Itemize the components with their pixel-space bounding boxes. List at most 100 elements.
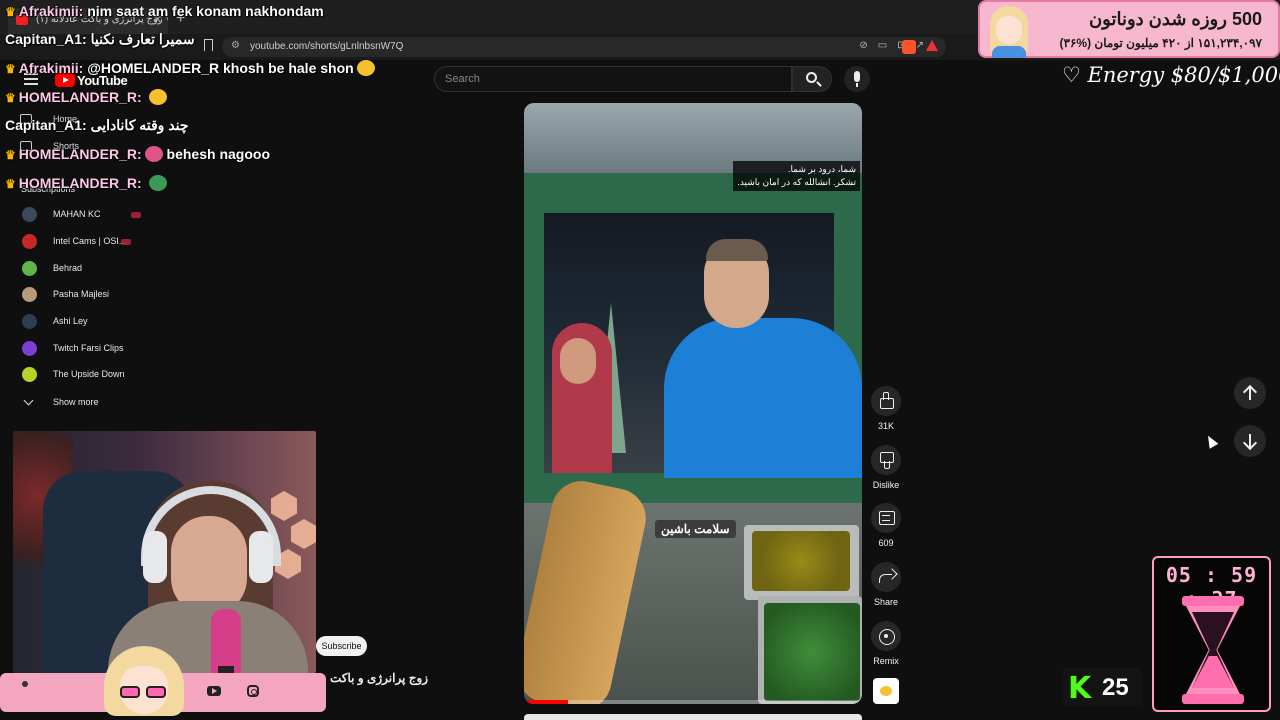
- emote-icon: [356, 60, 375, 76]
- share-button[interactable]: Share: [870, 562, 902, 607]
- emote-icon: [148, 89, 167, 105]
- video-man-shirt: [664, 318, 862, 478]
- avatar: [22, 367, 37, 382]
- chat-text: [142, 89, 146, 105]
- viewer-count: 25: [1102, 674, 1129, 701]
- video-man-hair: [706, 239, 768, 261]
- subscribe-button[interactable]: Subscribe: [316, 636, 367, 656]
- video-subtitle: سلامت باشین: [655, 520, 736, 538]
- like-button[interactable]: 31K: [870, 386, 902, 431]
- sidebar-sub-mahan-kc[interactable]: MAHAN KC: [21, 206, 161, 224]
- dislike-button[interactable]: Dislike: [870, 445, 902, 490]
- comment-icon[interactable]: [871, 503, 901, 533]
- brave-shields-icon[interactable]: [902, 40, 916, 54]
- search-input[interactable]: Search: [434, 66, 792, 92]
- kick-viewer-badge: K 25: [1062, 668, 1142, 706]
- video-title[interactable]: زوج پرانرژی و باکت: [330, 671, 428, 685]
- address-bar-action-icons[interactable]: ⊘▭⊡↗: [859, 40, 934, 51]
- donathon-panel: 500 روزه شدن دوناتون ۱۵۱,۲۳۴,۰۹۷ از ۴۲۰ …: [978, 0, 1280, 58]
- sidebar-sub-twitch-farsi-clips[interactable]: Twitch Farsi Clips: [21, 340, 161, 358]
- sidebar-sub-behrad[interactable]: Behrad: [21, 260, 161, 278]
- headphone-earcup: [143, 531, 167, 583]
- shorts-video-player[interactable]: شما، درود بر شما. تشکر. انشالله که در ام…: [524, 103, 862, 704]
- show-more-button[interactable]: Show more: [21, 395, 141, 411]
- video-subtitle-top: شما، درود بر شما. تشکر. انشالله که در ام…: [733, 161, 860, 191]
- microphone-stand: [218, 666, 234, 673]
- kick-logo-icon: K: [1068, 671, 1092, 706]
- remix-icon[interactable]: [871, 621, 901, 651]
- previous-short-button[interactable]: [1234, 377, 1266, 409]
- sidebar-sub-the-upside-down[interactable]: The Upside Down: [21, 366, 161, 384]
- chat-message: ♛ HOMELANDER_R:: [5, 175, 167, 191]
- share-label: Share: [873, 597, 899, 607]
- comments-button[interactable]: 609: [870, 503, 902, 548]
- site-info-icon[interactable]: ⚙: [231, 40, 240, 51]
- dislike-label: Dislike: [872, 480, 900, 490]
- address-bar[interactable]: ⚙ youtube.com/shorts/gLnlnbsnW7Q ⊘▭⊡↗: [222, 37, 946, 57]
- chat-text: چند وقته کانادایی: [86, 117, 189, 133]
- search-button[interactable]: [792, 66, 832, 92]
- chat-message: Capitan_A1: چند وقته کانادایی: [5, 117, 189, 134]
- chat-username: Capitan_A1:: [5, 31, 87, 47]
- remix-button[interactable]: Remix: [870, 621, 902, 666]
- subscription-label: Pasha Majlesi: [53, 289, 110, 299]
- thumbs-up-icon[interactable]: [871, 386, 901, 416]
- sound-thumbnail[interactable]: [873, 678, 899, 704]
- subscription-label: Behrad: [53, 263, 83, 273]
- chat-message: ♛ HOMELANDER_R: behesh nagooo: [5, 146, 270, 162]
- video-pickles: [752, 531, 850, 591]
- live-indicator-icon: [121, 239, 131, 245]
- sidebar-sub-pasha-majlesi[interactable]: Pasha Majlesi: [21, 286, 161, 304]
- chat-message: ♛ Afrakimii: @HOMELANDER_R khosh be hale …: [5, 60, 375, 76]
- share-icon[interactable]: [871, 562, 901, 592]
- subscription-label: Ashi Ley: [53, 316, 88, 326]
- brave-rewards-icon[interactable]: [926, 40, 938, 51]
- anime-shirt: [992, 46, 1026, 58]
- video-progress-fill: [524, 700, 568, 704]
- voice-search-button[interactable]: [844, 66, 870, 92]
- subscription-label: The Upside Down: [53, 369, 125, 379]
- sidebar-sub-ashi-ley[interactable]: Ashi Ley: [21, 313, 161, 331]
- chat-text: behesh nagooo: [162, 146, 270, 162]
- crown-icon: ♛: [5, 5, 16, 19]
- next-short-button[interactable]: [1234, 425, 1266, 457]
- chat-text: [142, 175, 146, 191]
- emote-icon: [144, 146, 163, 162]
- video-herbs: [764, 603, 860, 701]
- live-indicator-icon: [131, 212, 141, 218]
- subtitle-line: شما، درود بر شما.: [787, 164, 856, 174]
- anime-avatar: [984, 4, 1034, 58]
- avatar: [22, 287, 37, 302]
- crown-icon: ♛: [5, 148, 16, 162]
- streamer-webcam: [13, 431, 316, 673]
- url-text[interactable]: youtube.com/shorts/gLnlnbsnW7Q: [250, 41, 403, 52]
- avatar: [22, 234, 37, 249]
- video-progress-bar[interactable]: [524, 700, 862, 704]
- donathon-progress-text: ۱۵۱,۲۳۴,۰۹۷ از ۴۲۰ میلیون تومان (%۳۶): [1059, 36, 1262, 50]
- headphone-earcup: [249, 531, 273, 583]
- microphone: [211, 609, 241, 673]
- sidebar-sub-intel-cams[interactable]: Intel Cams | OSI...: [21, 233, 161, 251]
- avatar: [22, 207, 37, 222]
- show-more-label: Show more: [53, 397, 99, 407]
- chat-username: Afrakimii:: [18, 60, 84, 76]
- bullet-icon: [22, 681, 28, 687]
- bookmark-icon[interactable]: [204, 39, 213, 51]
- thumbs-down-icon[interactable]: [871, 445, 901, 475]
- avatar: [22, 341, 37, 356]
- chat-username: Capitan_A1:: [5, 117, 87, 133]
- instagram-icon: [247, 685, 259, 697]
- chat-message: ♛ Afrakimii: nim saat am fek konam nakhon…: [5, 3, 324, 19]
- anime-avatar: [104, 646, 184, 720]
- like-count: 31K: [877, 421, 894, 431]
- next-short-preview[interactable]: [524, 714, 862, 720]
- crown-icon: ♛: [5, 91, 16, 105]
- video-woman-face: [560, 338, 596, 384]
- chat-message: ♛ HOMELANDER_R:: [5, 89, 167, 105]
- chat-text: @HOMELANDER_R khosh be hale shon: [83, 60, 354, 76]
- crown-icon: ♛: [5, 177, 16, 191]
- anime-face: [996, 16, 1022, 44]
- chat-username: Afrakimii:: [18, 3, 84, 19]
- mouse-cursor-icon: [1203, 433, 1219, 449]
- youtube-icon: [207, 686, 221, 696]
